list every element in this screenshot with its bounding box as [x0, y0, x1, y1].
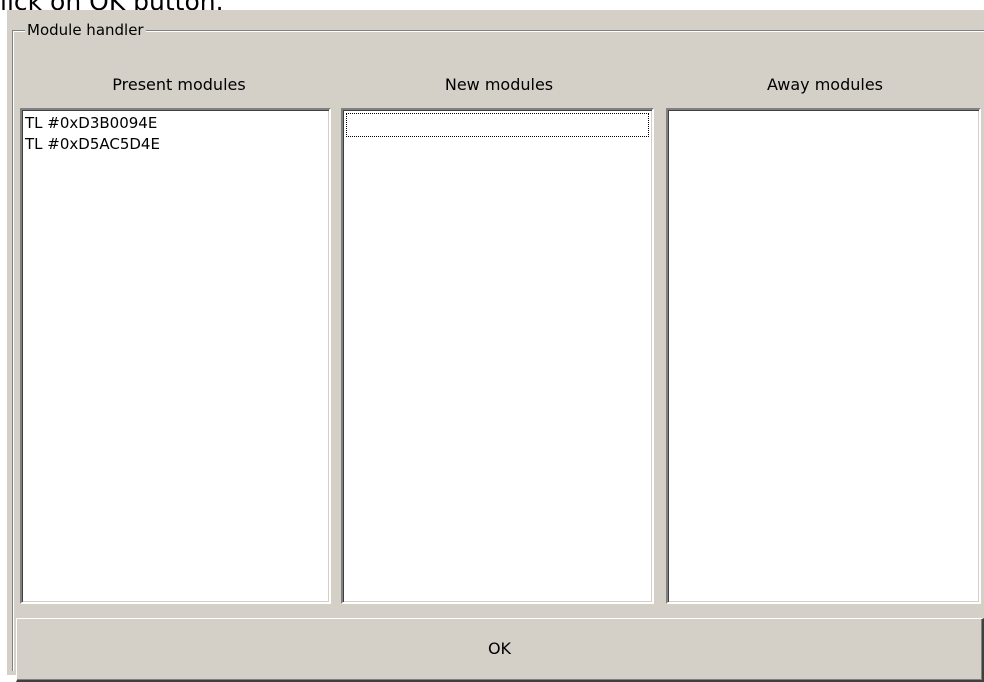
- groupbox-title: Module handler: [25, 20, 146, 40]
- ok-button[interactable]: OK: [16, 618, 984, 682]
- list-item-module[interactable]: TL #0xD3B0094E: [22, 113, 329, 134]
- away-modules-list[interactable]: [666, 108, 981, 604]
- list-item-module[interactable]: TL #0xD5AC5D4E: [22, 134, 329, 155]
- present-modules-header: Present modules: [112, 75, 246, 94]
- module-handler-dialog: Module handler Present modules New modul…: [7, 10, 984, 682]
- present-modules-list[interactable]: TL #0xD3B0094E TL #0xD5AC5D4E: [20, 108, 331, 604]
- new-modules-header: New modules: [444, 75, 554, 94]
- away-modules-header: Away modules: [766, 75, 884, 94]
- focus-rectangle: [346, 113, 649, 137]
- new-modules-list[interactable]: [341, 108, 654, 604]
